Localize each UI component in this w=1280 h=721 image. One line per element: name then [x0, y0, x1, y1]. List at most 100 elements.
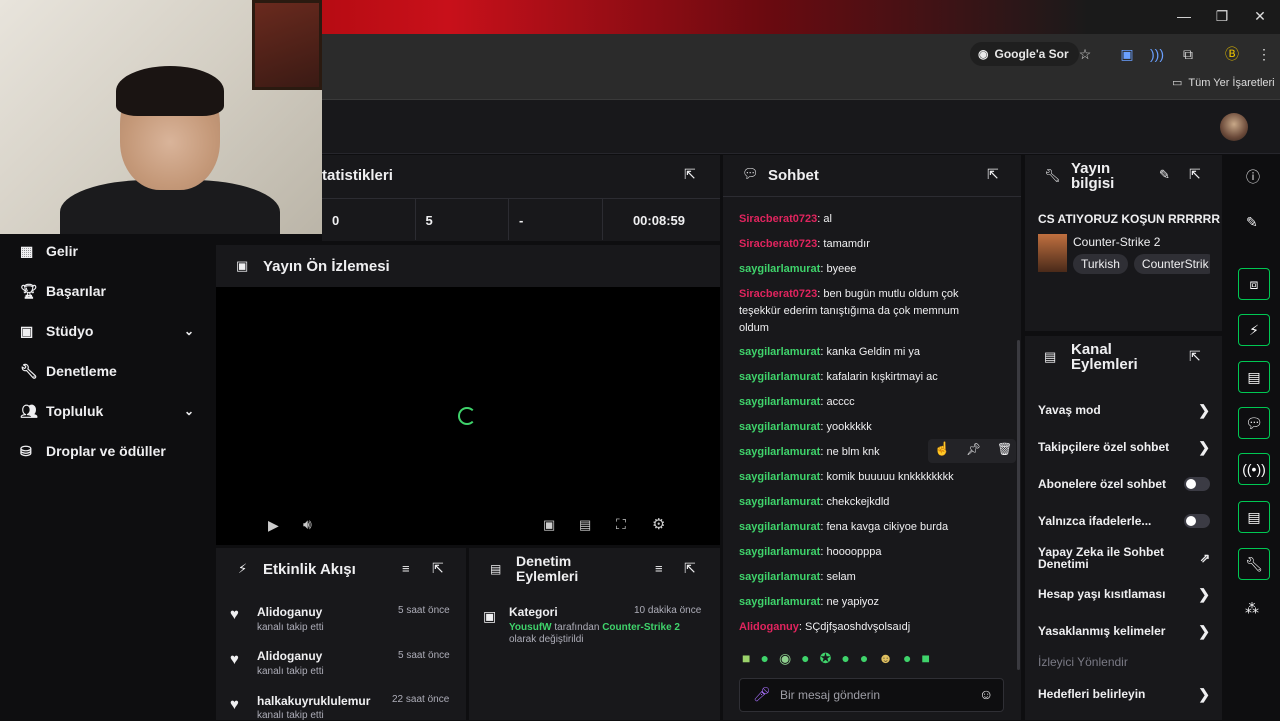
chat-username[interactable]: Siracberat0723	[739, 288, 817, 300]
info-icon[interactable]: ⓘ	[1246, 167, 1260, 187]
popout-icon[interactable]: ⇱	[987, 166, 999, 183]
fullscreen-icon[interactable]: ⛶	[616, 516, 626, 533]
sidebar-item-community[interactable]: 👥︎ Topluluk ⌄	[20, 391, 200, 431]
emote-icon[interactable]: ●	[760, 650, 768, 667]
chat-text: tamamdır	[823, 238, 870, 250]
chat-username[interactable]: saygilarlamurat	[739, 471, 820, 483]
chat-username[interactable]: saygilarlamurat	[739, 496, 820, 508]
chat-username[interactable]: saygilarlamurat	[739, 346, 820, 358]
menu-kebab-icon[interactable]: ⋮	[1252, 42, 1276, 66]
volume-icon[interactable]: 🔊︎	[303, 516, 312, 533]
profile-extension-icon[interactable]: Ⓑ	[1220, 42, 1244, 66]
emote-icon[interactable]: ■	[922, 650, 930, 667]
raid-button[interactable]: ▤	[1238, 501, 1270, 533]
chat-title: Sohbet	[768, 167, 819, 184]
emote-icon[interactable]: ■	[742, 650, 750, 667]
hand-cursor-icon[interactable]: ☝	[934, 441, 950, 457]
popout-icon[interactable]: ⇱	[684, 560, 696, 577]
extensions-icon[interactable]: ⧉	[1176, 42, 1200, 66]
video-icon: ▣	[236, 258, 249, 273]
emote-icon[interactable]: ✪	[820, 650, 832, 667]
ad-button[interactable]: ⚡︎	[1238, 314, 1270, 346]
chat-username[interactable]: Siracberat0723	[739, 213, 817, 225]
loading-spinner	[458, 407, 476, 425]
marker-button[interactable]: ▤	[1238, 361, 1270, 393]
pin-icon[interactable]: 📌︎	[966, 442, 981, 456]
close-icon[interactable]: ✕	[1248, 6, 1272, 26]
activity-user[interactable]: Alidoganuy	[257, 649, 322, 663]
star-icon[interactable]: ☆	[1073, 42, 1097, 66]
pencil-icon[interactable]: ✎	[1159, 167, 1170, 183]
ask-google-button[interactable]: ◉ Google'a Sor	[970, 42, 1079, 66]
emote-icon[interactable]: ●	[860, 650, 868, 667]
chat-username[interactable]: saygilarlamurat	[739, 446, 820, 458]
trash-icon[interactable]: 🗑︎	[997, 442, 1012, 456]
avatar[interactable]	[1220, 113, 1248, 141]
read-aloud-icon[interactable]: )))	[1145, 42, 1169, 66]
theatre-icon[interactable]: ▤	[579, 517, 591, 533]
account-age-row[interactable]: Hesap yaşı kısıtlaması ❯	[1038, 584, 1210, 604]
tag[interactable]: Turkish	[1073, 254, 1128, 274]
sidebar-item-achievements[interactable]: 🏆︎ Başarılar	[20, 271, 200, 311]
stat-value: 5	[416, 199, 509, 240]
emoji-picker-icon[interactable]: ☺	[979, 686, 993, 702]
popout-icon[interactable]: ⇱	[684, 166, 696, 183]
chat-username[interactable]: saygilarlamurat	[739, 571, 820, 583]
tag[interactable]: CounterStrik	[1133, 254, 1210, 274]
chat-username[interactable]: saygilarlamurat	[739, 371, 820, 383]
chat-input[interactable]: Bir mesaj gönderin	[739, 678, 1004, 712]
add-action-icon[interactable]: ⁂	[1245, 600, 1259, 617]
popout-icon[interactable]: ⇱	[432, 560, 444, 577]
chat-username[interactable]: Siracberat0723	[739, 238, 817, 250]
tools-button[interactable]: 🔧︎	[1238, 548, 1270, 580]
emote-icon[interactable]: ◉	[779, 650, 791, 667]
filter-icon[interactable]: ≡	[402, 561, 410, 576]
maximize-icon[interactable]: ❐	[1210, 6, 1234, 26]
activity-user[interactable]: halkakuyruklulemur	[257, 694, 370, 708]
emote-icon[interactable]: ●	[841, 650, 849, 667]
chat-username[interactable]: saygilarlamurat	[739, 421, 820, 433]
microphone-icon[interactable]: 🎤︎	[753, 686, 771, 703]
sidebar-item-moderation[interactable]: 🔧︎ Denetleme	[20, 351, 200, 391]
heart-icon: ♥	[230, 651, 239, 668]
blocked-terms-row[interactable]: Yasaklanmış kelimeler ❯	[1038, 621, 1210, 641]
pencil-icon[interactable]: ✎	[1246, 214, 1258, 231]
subscribers-only-toggle[interactable]	[1184, 477, 1210, 491]
emote-only-toggle[interactable]	[1184, 514, 1210, 528]
emote-icon[interactable]: ☻	[878, 650, 893, 667]
play-icon[interactable]: ▶	[268, 517, 279, 534]
sidebar-item-drops[interactable]: ⛁ Droplar ve ödüller	[20, 431, 200, 471]
emote-icon[interactable]: ●	[801, 650, 809, 667]
slow-mode-row[interactable]: Yavaş mod ❯	[1038, 400, 1210, 420]
filter-icon[interactable]: ≡	[655, 561, 663, 576]
sidebar-item-revenue[interactable]: ▦ Gelir	[20, 231, 200, 271]
followers-only-row[interactable]: Takipçilere özel sohbet ❯	[1038, 437, 1210, 457]
chat-username[interactable]: saygilarlamurat	[739, 546, 820, 558]
stream-preview-player[interactable]	[216, 245, 720, 545]
chat-scrollbar[interactable]	[1017, 340, 1020, 670]
chat-username[interactable]: saygilarlamurat	[739, 396, 820, 408]
popout-icon[interactable]: ⇱	[1189, 348, 1201, 365]
goals-row[interactable]: Hedefleri belirleyin ❯	[1038, 684, 1210, 704]
game-name[interactable]: Counter-Strike 2	[1073, 235, 1160, 249]
emote-icon[interactable]: ●	[903, 650, 911, 667]
settings-gear-icon[interactable]: ⚙	[652, 515, 665, 533]
popout-icon[interactable]: ⇱	[1189, 166, 1201, 183]
activity-title: Etkinlik Akışı	[263, 561, 356, 578]
chat-text: byeee	[826, 263, 857, 275]
broadcast-button[interactable]: ((•))	[1238, 453, 1270, 485]
chat-username[interactable]: saygilarlamurat	[739, 263, 820, 275]
translate-icon[interactable]: ▣	[1115, 42, 1139, 66]
stats-row: 0 5 - 00:08:59	[322, 198, 720, 240]
activity-user[interactable]: Alidoganuy	[257, 605, 322, 619]
chat-username[interactable]: saygilarlamurat	[739, 521, 820, 533]
clip-button[interactable]: ⧈	[1238, 268, 1270, 300]
chat-button[interactable]: 💬︎	[1238, 407, 1270, 439]
chat-username[interactable]: saygilarlamurat	[739, 596, 820, 608]
pip-icon[interactable]: ▣	[543, 517, 555, 533]
ai-moderation-row[interactable]: Yapay Zeka ile Sohbet Denetimi ⇗	[1038, 544, 1210, 572]
chat-username[interactable]: Alidoganuy	[739, 621, 799, 633]
minimize-icon[interactable]: —	[1172, 6, 1196, 26]
sidebar-item-studio[interactable]: ▣ Stüdyo ⌄	[20, 311, 200, 351]
all-bookmarks-button[interactable]: ▭ Tüm Yer İşaretleri	[1172, 76, 1275, 90]
